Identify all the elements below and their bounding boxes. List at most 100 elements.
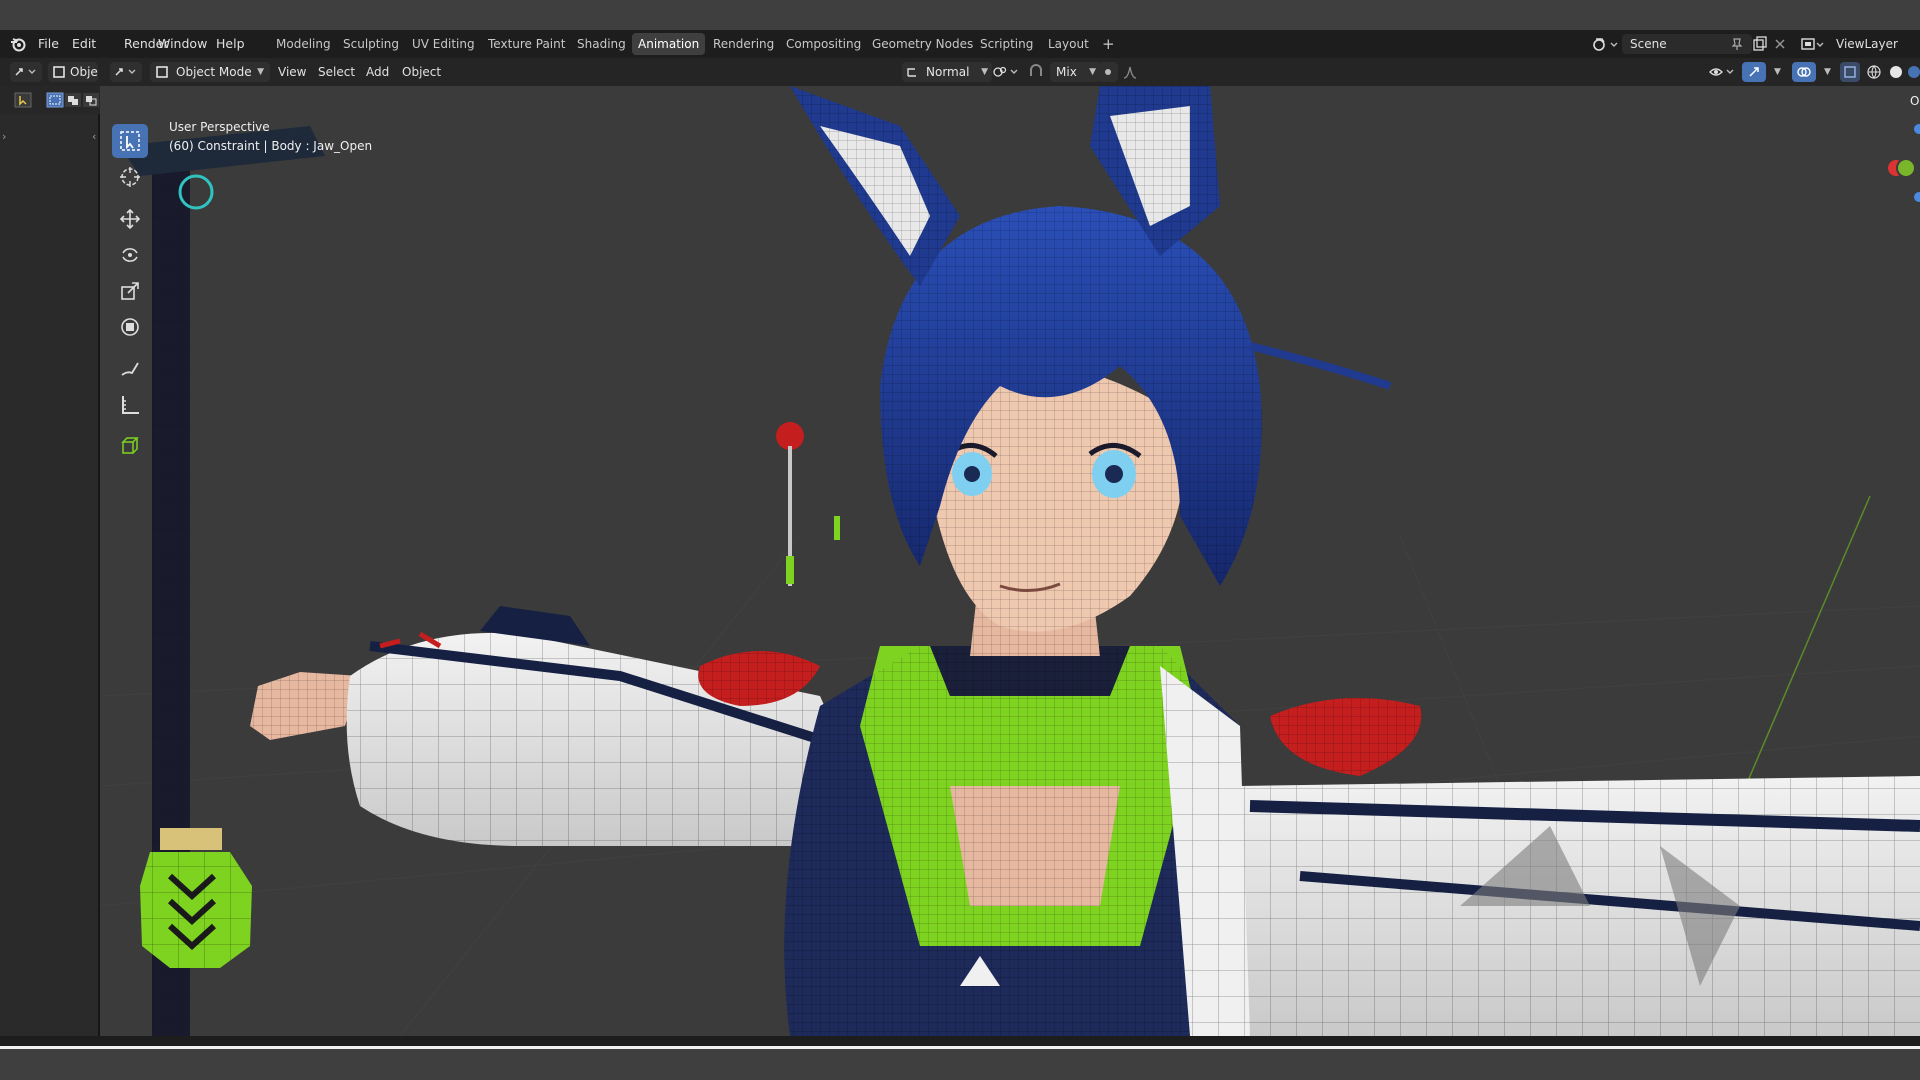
collapse-toolbar-icon[interactable]: ‹ [92, 130, 96, 143]
proportional-edit-icon [1105, 69, 1111, 75]
expand-sidebar-icon[interactable]: › [2, 130, 6, 143]
overlays-toggle[interactable] [1792, 62, 1816, 82]
scene-browse-icon[interactable] [1592, 36, 1618, 52]
chevron-down-icon: ▼ [1089, 67, 1096, 77]
view-layer-name: ViewLayer [1836, 37, 1898, 51]
left-editor-type-button[interactable] [10, 62, 42, 82]
delete-scene-icon[interactable] [1774, 38, 1786, 50]
solid-shading-icon[interactable] [1888, 64, 1904, 80]
viewport-context-label: (60) Constraint | Body : Jaw_Open [169, 139, 373, 153]
move-icon [119, 208, 141, 230]
menu-window[interactable]: Window [152, 30, 213, 58]
tab-texture-paint[interactable]: Texture Paint [482, 33, 571, 55]
gizmo-neg-z-dot[interactable] [1914, 192, 1920, 202]
xray-toggle[interactable] [1840, 62, 1860, 82]
blender-logo-icon[interactable] [10, 36, 26, 52]
move-tool[interactable] [112, 202, 148, 236]
select-mode-icons[interactable] [46, 92, 100, 108]
snap-icon[interactable] [1028, 64, 1044, 80]
select-tool-icon[interactable] [14, 92, 32, 108]
top-bar: File Edit Render Window Help Modeling Sc… [0, 30, 1920, 58]
view-layer-field[interactable]: ViewLayer [1828, 34, 1920, 54]
transform-icon [121, 318, 139, 336]
wireframe-shading-icon[interactable] [1866, 64, 1882, 80]
editor-header: Obje Object Mode ▼ View Select Add Objec… [0, 58, 1920, 86]
viewport-editor-type-button[interactable] [110, 62, 142, 82]
gizmo-icon [1749, 67, 1759, 77]
menu-view[interactable]: View [278, 58, 306, 86]
viewport-scene [100, 86, 1920, 1036]
cursor-icon [120, 167, 140, 187]
view-layer-browse-icon[interactable] [1800, 36, 1826, 52]
overlays-icon [1797, 67, 1811, 77]
xray-icon [1844, 66, 1856, 78]
transform-orientation-dropdown[interactable]: Normal ▼ [902, 62, 992, 82]
proportional-edit-toggle[interactable] [1098, 62, 1118, 82]
chevron-down-icon: ▼ [981, 67, 988, 77]
chevron-down-icon[interactable]: ▼ [1774, 67, 1781, 77]
add-workspace-button[interactable]: + [1096, 33, 1121, 55]
orientation-icon [907, 68, 916, 77]
gizmo-toggle[interactable] [1742, 62, 1766, 82]
screen-top-margin [0, 0, 1920, 30]
tab-uv-editing[interactable]: UV Editing [406, 33, 481, 55]
object-mode-label: Object Mode [176, 65, 252, 79]
select-box-icon [120, 131, 140, 151]
new-scene-icon[interactable] [1752, 36, 1768, 52]
scale-tool[interactable] [112, 274, 148, 308]
transform-tool[interactable] [112, 310, 148, 344]
select-box-tool[interactable] [112, 124, 148, 158]
menu-select[interactable]: Select [318, 58, 355, 86]
measure-tool[interactable] [112, 388, 148, 422]
tab-geometry-nodes[interactable]: Geometry Nodes [866, 33, 979, 55]
visibility-icon[interactable] [1708, 64, 1736, 80]
viewport-perspective-label: User Perspective [169, 120, 270, 134]
annotate-tool[interactable] [112, 352, 148, 386]
cursor-tool[interactable] [112, 160, 148, 194]
measure-icon [122, 396, 139, 414]
chevron-down-icon[interactable]: ▼ [1824, 67, 1831, 77]
rotate-tool[interactable] [112, 238, 148, 272]
proportional-falloff-dropdown[interactable]: Mix ▼ [1050, 62, 1100, 82]
viewport-toolbar [110, 124, 150, 474]
proportional-label: Mix [1056, 65, 1077, 79]
rotate-icon [122, 248, 138, 262]
object-mode-dropdown[interactable]: Object Mode ▼ [150, 62, 270, 82]
gizmo-y-dot[interactable] [1896, 158, 1916, 178]
pivot-point-icon[interactable] [992, 64, 1020, 80]
timeline-header-strip [0, 1036, 1920, 1046]
menu-add[interactable]: Add [366, 58, 389, 86]
add-cube-icon [121, 437, 139, 454]
tab-animation[interactable]: Animation [632, 33, 706, 55]
tab-shading[interactable]: Shading [571, 33, 632, 55]
menu-edit[interactable]: Edit [66, 30, 102, 58]
menu-object[interactable]: Object [402, 58, 441, 86]
tab-modeling[interactable]: Modeling [270, 33, 337, 55]
menu-help[interactable]: Help [210, 30, 251, 58]
staff-band [160, 828, 222, 850]
scene-name: Scene [1630, 37, 1667, 51]
scale-icon [121, 282, 139, 300]
object-mode-icon [53, 66, 65, 78]
material-shading-icon[interactable] [1906, 64, 1920, 80]
pin-icon[interactable] [1730, 37, 1744, 51]
left-mode-label: Obje [70, 65, 98, 79]
viewport-editor-icon [115, 68, 136, 76]
tab-layout[interactable]: Layout [1042, 33, 1095, 55]
3d-viewport[interactable]: User Perspective (60) Constraint | Body … [100, 86, 1920, 1036]
tab-scripting[interactable]: Scripting [974, 33, 1039, 55]
add-cube-tool[interactable] [112, 428, 148, 462]
tab-rendering[interactable]: Rendering [707, 33, 780, 55]
hair-flower [776, 422, 804, 450]
menu-file[interactable]: File [32, 30, 65, 58]
left-editor-panel[interactable]: › ‹ [0, 114, 100, 1036]
right-clipped-label: O [1910, 94, 1920, 108]
tab-sculpting[interactable]: Sculpting [337, 33, 405, 55]
editor-type-icon [15, 68, 36, 76]
annotate-icon [121, 362, 139, 376]
tab-compositing[interactable]: Compositing [780, 33, 867, 55]
screen-bottom-margin [0, 1049, 1920, 1080]
left-mode-button[interactable]: Obje [48, 62, 98, 82]
gizmo-z-dot[interactable] [1914, 124, 1920, 134]
falloff-curve-icon[interactable] [1122, 64, 1138, 80]
